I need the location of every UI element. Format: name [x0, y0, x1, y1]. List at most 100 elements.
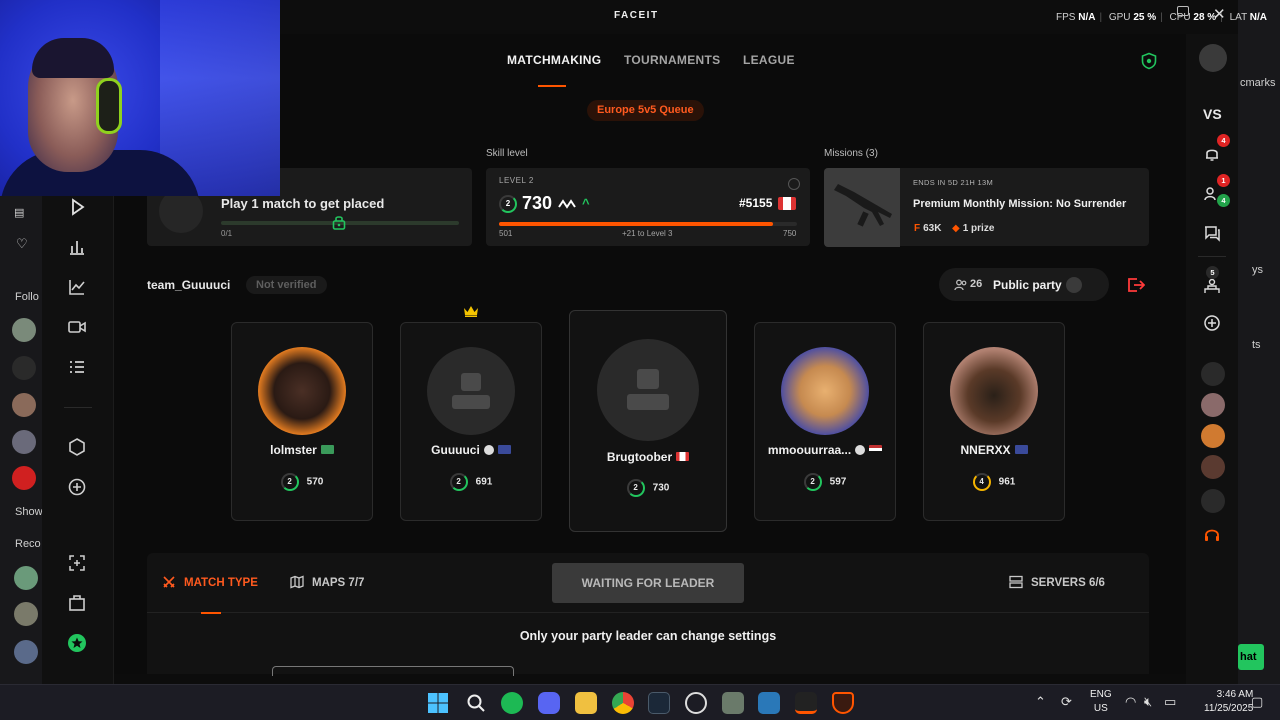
clock[interactable]: 3:46 AM 11/25/2025 [1204, 688, 1253, 716]
list-icon[interactable] [66, 356, 88, 378]
level-badge: 2 [626, 479, 645, 497]
tab-league[interactable]: LEAGUE [743, 53, 795, 67]
shop-icon[interactable] [66, 592, 88, 614]
mission-points-reward: F 63K [914, 223, 942, 234]
faceit-points-icon: F [914, 223, 921, 234]
elo-progress-fill [499, 222, 774, 226]
language-indicator[interactable]: ENG US [1090, 688, 1112, 716]
headset-support-icon[interactable] [1202, 525, 1222, 545]
player-avatar [950, 347, 1038, 435]
premium-star-icon[interactable] [66, 632, 88, 654]
player-name-row: mmoouurraa... [755, 443, 895, 457]
close-window-button[interactable]: ✕ [1213, 5, 1226, 23]
party-icon[interactable] [1202, 276, 1222, 296]
search-icon[interactable] [465, 692, 487, 714]
elo-bar-next: +21 to Level 3 [622, 229, 673, 238]
battery-icon[interactable]: ▭ [1164, 694, 1176, 710]
add-party-icon[interactable] [1202, 313, 1222, 333]
people-icon [954, 278, 968, 291]
elo-bar-max: 750 [783, 229, 797, 238]
party-member-avatar[interactable] [1201, 489, 1225, 513]
queue-selector[interactable]: Europe 5v5 Queue [587, 100, 704, 121]
level-badge: 4 [972, 473, 991, 491]
webcam-overlay [0, 0, 280, 196]
vs-label[interactable]: VS [1203, 106, 1222, 122]
player-name-row: NNERXX [924, 443, 1064, 457]
tab-matchmaking[interactable]: MATCHMAKING [507, 53, 601, 67]
focus-icon[interactable] [66, 552, 88, 574]
party-member-avatar[interactable] [1201, 362, 1225, 386]
tab-tournaments[interactable]: TOURNAMENTS [624, 53, 720, 67]
player-card[interactable]: NNERXX 4 961 [923, 322, 1065, 521]
info-icon[interactable] [788, 178, 800, 190]
steam-icon[interactable] [648, 692, 670, 714]
lock-icon [332, 214, 346, 230]
progress-chart-icon[interactable] [66, 276, 88, 298]
background-browser-right: cmarks ys ts hat [1238, 0, 1280, 684]
notification-center-icon[interactable]: ▢ [1251, 694, 1263, 710]
windows-start-icon[interactable] [427, 692, 449, 714]
faceit-taskbar-icon[interactable] [795, 692, 817, 714]
party-member-avatar[interactable] [1201, 393, 1225, 417]
volume-icon[interactable]: 🔇︎ [1144, 694, 1152, 710]
right-rail: VS 4 1 4 5 [1186, 34, 1238, 684]
mission-card[interactable]: ENDS IN 5D 21H 13M Premium Monthly Missi… [824, 168, 1149, 247]
tab-match-type[interactable]: MATCH TYPE [162, 575, 258, 589]
fps-label: FPS [1056, 12, 1076, 23]
player-name-row: Brugtoober [570, 450, 726, 464]
anticheat-shield-icon[interactable] [1140, 52, 1158, 70]
tab-maps[interactable]: MAPS 7/7 [290, 575, 364, 589]
party-leader-crown-icon [463, 304, 479, 317]
flag-icon [1014, 445, 1028, 454]
public-party-label: Public party [993, 278, 1062, 292]
discord-icon[interactable] [538, 692, 560, 714]
active-settings-tab-indicator [201, 612, 221, 614]
player-name: lolmster [270, 443, 317, 457]
photos-icon[interactable] [758, 692, 780, 714]
player-card[interactable]: lolmster 2 570 [231, 322, 373, 521]
chevron-up-icon[interactable]: ⌃ [1035, 694, 1046, 710]
restore-window-button[interactable] [1177, 6, 1189, 16]
leave-party-icon[interactable] [1127, 277, 1146, 293]
tab-servers[interactable]: SERVERS 6/6 [1009, 575, 1105, 589]
bg-avatar-8 [14, 640, 38, 664]
chrome-icon[interactable] [612, 692, 634, 714]
user-avatar[interactable] [1199, 44, 1227, 72]
region-code: US [1093, 703, 1108, 714]
file-explorer-icon[interactable] [575, 692, 597, 714]
player-card-self[interactable]: Brugtoober 2 730 [569, 310, 727, 532]
skill-level-card[interactable]: LEVEL 2 2 730 ^ #5155 501 +21 to Level 3… [486, 168, 810, 246]
player-card[interactable]: Guuuuci 2 691 [400, 322, 542, 521]
sync-icon[interactable]: ⟳ [1061, 694, 1072, 710]
video-icon[interactable] [66, 316, 88, 338]
anticheat-taskbar-icon[interactable] [832, 692, 854, 714]
elo-progress-bar [499, 222, 797, 226]
screen: ▤ ♡ Follo Show Reco cmarks ys ts hat FAC… [0, 0, 1280, 720]
add-icon[interactable] [66, 476, 88, 498]
public-party-toggle[interactable] [1066, 277, 1082, 293]
app-icon[interactable] [722, 692, 744, 714]
chat-icon[interactable] [1202, 223, 1222, 243]
waiting-for-leader-button[interactable]: WAITING FOR LEADER [552, 563, 744, 603]
player-elo-row: 4 961 [924, 473, 1064, 491]
wifi-icon[interactable]: ◠ [1125, 694, 1136, 710]
active-tab-indicator [538, 85, 566, 87]
obs-icon[interactable] [685, 692, 707, 714]
prize-tag-icon: ◆ [952, 223, 960, 234]
stats-icon[interactable] [66, 236, 88, 258]
party-member-count: 26 [970, 278, 983, 290]
flag-icon [869, 445, 883, 454]
player-card[interactable]: mmoouurraa... 2 597 [754, 322, 896, 521]
bg-avatar-2 [12, 356, 36, 380]
party-member-avatar[interactable] [1201, 424, 1225, 448]
party-member-avatar[interactable] [1201, 455, 1225, 479]
clubs-icon[interactable] [66, 436, 88, 458]
match-type-option-card[interactable] [272, 666, 514, 676]
party-visibility-control: 26 Public party [939, 268, 1109, 301]
spotify-icon[interactable] [501, 692, 523, 714]
bell-icon[interactable] [1202, 144, 1222, 164]
placement-progress-text: 0/1 [221, 229, 233, 238]
play-icon[interactable] [66, 196, 88, 218]
sidebar-divider [64, 407, 92, 408]
bg-chat-button: hat [1238, 644, 1264, 670]
